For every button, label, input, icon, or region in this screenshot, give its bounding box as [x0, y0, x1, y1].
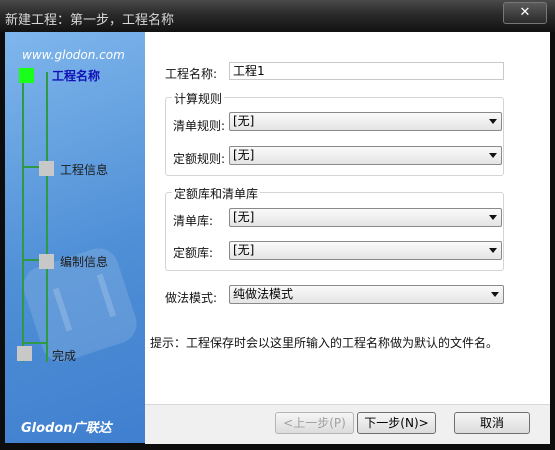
quota-rule-value: [无]: [233, 148, 255, 162]
dropdown-arrow-icon: [489, 215, 497, 220]
dialog-window: 新建工程：第一步，工程名称 ✕ www.glodon.com 工程名称 工程信息…: [0, 0, 555, 450]
step-label: 编制信息: [60, 255, 109, 269]
bill-rule-select[interactable]: [无]: [229, 112, 502, 131]
bill-lib-value: [无]: [233, 210, 255, 224]
hint-text: 提示：工程保存时会以这里所输入的工程名称做为默认的文件名。: [150, 336, 499, 350]
libs-title: 定额库和清单库: [172, 185, 261, 202]
next-button[interactable]: 下一步(N)>: [357, 412, 436, 434]
bill-rule-value: [无]: [233, 114, 255, 128]
step-label: 工程信息: [60, 163, 109, 177]
step-connector: [24, 342, 46, 344]
close-button[interactable]: ✕: [503, 2, 547, 24]
dropdown-arrow-icon: [489, 153, 497, 158]
step-label: 工程名称: [52, 69, 101, 83]
wizard-content: 工程名称: 计算规则 清单规则: [无] 定额规则: [无] 定额库和清单库 清…: [145, 32, 550, 404]
dropdown-arrow-icon: [489, 119, 497, 124]
dialog-client: www.glodon.com 工程名称 工程信息 编制信息 完成 Glodon广…: [5, 32, 550, 444]
mode-select[interactable]: 纯做法模式: [229, 285, 504, 304]
bill-lib-label: 清单库:: [173, 214, 214, 228]
prev-button[interactable]: <上一步(P): [275, 412, 354, 434]
mode-label: 做法模式:: [165, 291, 218, 305]
step-line: [46, 72, 48, 362]
quota-lib-value: [无]: [233, 243, 255, 257]
project-name-input[interactable]: [229, 62, 504, 80]
quota-lib-select[interactable]: [无]: [229, 241, 502, 260]
step-marker-icon: [19, 68, 34, 83]
wizard-sidebar: www.glodon.com 工程名称 工程信息 编制信息 完成 Glodon广…: [5, 32, 145, 443]
bill-lib-select[interactable]: [无]: [229, 208, 502, 227]
step-label: 完成: [52, 349, 77, 363]
title-bar[interactable]: 新建工程：第一步，工程名称 ✕: [0, 0, 555, 32]
step-marker-icon: [39, 161, 54, 176]
dropdown-arrow-icon: [491, 292, 499, 297]
cancel-button[interactable]: 取消: [454, 412, 530, 434]
button-bar: <上一步(P) 下一步(N)> 取消: [145, 404, 550, 444]
quota-lib-label: 定额库:: [173, 246, 214, 260]
step-marker-icon: [39, 254, 54, 269]
step-marker-icon: [17, 346, 32, 361]
project-name-label: 工程名称:: [165, 67, 218, 81]
mode-value: 纯做法模式: [233, 287, 294, 301]
quota-rule-select[interactable]: [无]: [229, 146, 502, 165]
site-url: www.glodon.com: [22, 48, 125, 62]
calc-rules-title: 计算规则: [172, 90, 225, 107]
glodon-logo: Glodon广联达: [21, 421, 112, 436]
quota-rule-label: 定额规则:: [173, 152, 226, 166]
dropdown-arrow-icon: [489, 248, 497, 253]
step-line: [22, 72, 24, 362]
window-title: 新建工程：第一步，工程名称: [5, 13, 175, 28]
bill-rule-label: 清单规则:: [173, 119, 226, 133]
